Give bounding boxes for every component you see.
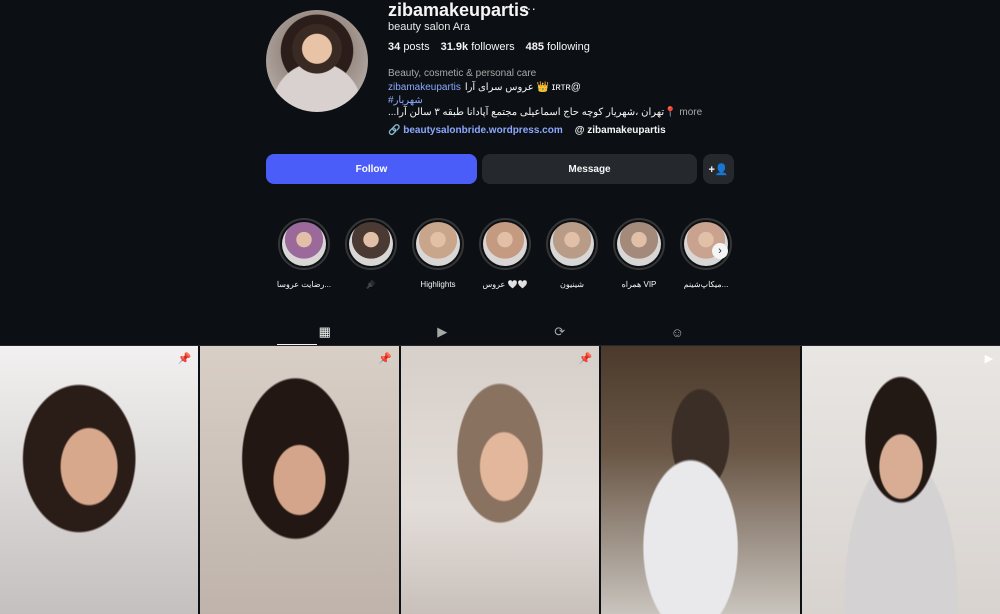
- highlight-ring: [345, 218, 397, 270]
- reels-icon: ▶: [437, 324, 448, 339]
- bio-mention-link[interactable]: zibamakeupartis: [388, 82, 461, 93]
- stat-posts: 34 posts: [388, 41, 430, 53]
- post-thumbnail[interactable]: 📌: [0, 346, 199, 614]
- follow-button[interactable]: Follow: [266, 154, 477, 184]
- profile-username: zibamakeupartis: [388, 0, 530, 20]
- post-thumbnail[interactable]: [601, 346, 800, 614]
- bio-address: ...تهران ،شهریار کوچه حاج اسماعیلی مجتمع…: [388, 107, 677, 118]
- repost-icon: ⟳: [554, 324, 566, 339]
- post-thumbnail[interactable]: 📌: [400, 346, 600, 614]
- highlight-thumbnail: [282, 222, 326, 266]
- highlight-label: میکاپ‌شینم...: [683, 280, 729, 289]
- post-thumbnail[interactable]: 📌: [200, 346, 399, 614]
- threads-link[interactable]: @ zibamakeupartis: [575, 125, 666, 136]
- profile-stats: 34 posts 31.9k followers 485 following: [388, 41, 590, 53]
- highlight-thumbnail: [349, 222, 393, 266]
- story-highlight[interactable]: رضایت عروسا...: [276, 218, 332, 289]
- highlight-label: عروس 🤍🤍: [482, 280, 528, 289]
- highlight-thumbnail: [416, 222, 460, 266]
- bio-line-1-text: عروس سرای آرا 👑 ɪʀᴛʀ@: [464, 82, 581, 93]
- link-icon: 🔗: [388, 125, 404, 136]
- tagged-icon: ☺: [670, 324, 684, 340]
- highlight-label: 🪮: [366, 280, 376, 289]
- suggested-users-button[interactable]: +👤: [703, 154, 734, 184]
- grid-icon: ▦: [318, 324, 331, 339]
- highlight-label: همراه VIP: [621, 280, 657, 289]
- profile-full-name: beauty salon Ara: [388, 21, 470, 33]
- profile-links: 🔗 beautysalonbride.wordpress.com @ zibam…: [388, 125, 666, 136]
- profile-category: Beauty, cosmetic & personal care: [388, 68, 537, 79]
- bio-line-3: ...تهران ،شهریار کوچه حاج اسماعیلی مجتمع…: [388, 107, 702, 118]
- tab-reposts[interactable]: ⟳: [534, 318, 586, 346]
- post-grid: 📌 📌 📌 ▶: [0, 346, 1000, 614]
- highlight-ring: [479, 218, 531, 270]
- highlight-thumbnail: [550, 222, 594, 266]
- profile-avatar[interactable]: [266, 10, 368, 112]
- website-link[interactable]: 🔗 beautysalonbride.wordpress.com: [388, 125, 563, 136]
- story-highlight[interactable]: شینیون: [544, 218, 600, 289]
- story-highlight[interactable]: Highlights: [410, 218, 466, 289]
- bio-more-link[interactable]: more: [679, 107, 702, 118]
- more-options-icon[interactable]: ···: [522, 0, 536, 16]
- story-highlight[interactable]: عروس 🤍🤍: [477, 218, 533, 289]
- highlight-thumbnail: [617, 222, 661, 266]
- highlight-ring: [278, 218, 330, 270]
- highlight-ring: [546, 218, 598, 270]
- message-button[interactable]: Message: [482, 154, 697, 184]
- chevron-right-icon[interactable]: ›: [712, 243, 728, 259]
- bio-line-1: zibamakeupartis عروس سرای آرا 👑 ɪʀᴛʀ@: [388, 82, 581, 93]
- stat-followers[interactable]: 31.9k followers: [441, 41, 515, 53]
- threads-icon: @: [574, 125, 588, 136]
- post-thumbnail[interactable]: ▶: [801, 346, 1000, 614]
- profile-tabs: ▦ ▶ ⟳ ☺: [266, 318, 736, 346]
- pin-icon: 📌: [578, 353, 593, 365]
- pin-icon: 📌: [378, 353, 392, 365]
- highlight-thumbnail: [483, 222, 527, 266]
- highlight-label: Highlights: [420, 280, 456, 289]
- story-highlight[interactable]: همراه VIP: [611, 218, 667, 289]
- stat-following[interactable]: 485 following: [526, 41, 590, 53]
- highlight-label: شینیون: [560, 280, 584, 289]
- tab-posts[interactable]: ▦: [299, 318, 351, 346]
- highlight-label: رضایت عروسا...: [276, 280, 332, 289]
- pin-icon: 📌: [177, 353, 192, 365]
- tab-tagged[interactable]: ☺: [651, 318, 703, 346]
- story-highlight[interactable]: 🪮: [343, 218, 399, 289]
- tab-reels[interactable]: ▶: [416, 318, 468, 346]
- reel-icon: ▶: [984, 353, 994, 365]
- highlight-ring: [613, 218, 665, 270]
- highlight-ring: [412, 218, 464, 270]
- bio-hashtag[interactable]: #شهریار: [388, 95, 423, 106]
